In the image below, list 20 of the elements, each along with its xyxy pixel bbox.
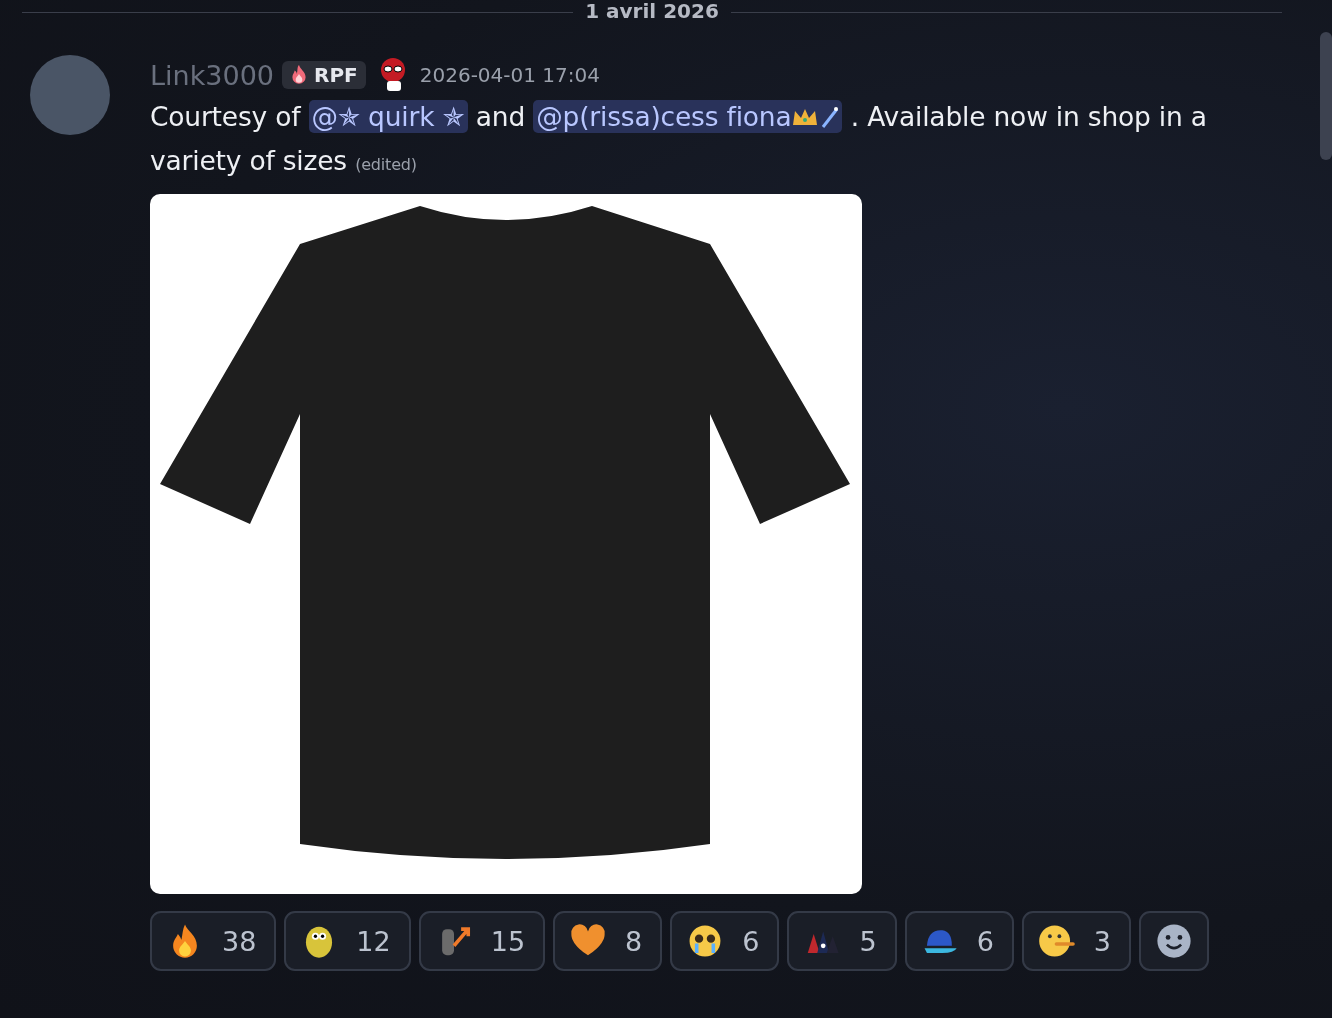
message-text: Courtesy of @✯ quirk ✯ and @p(rissa)cess fiona . Available now in shop in a variety of sizes (edited) <box>150 99 1208 178</box>
scrollbar-thumb[interactable] <box>1320 32 1332 160</box>
timestamp: 2026-04-01 17:04 <box>419 63 600 87</box>
add-reaction-button[interactable] <box>1139 911 1209 971</box>
reaction-button[interactable]: 5 <box>787 911 897 971</box>
date-divider: 1 avril 2026 <box>585 0 719 23</box>
reaction-button[interactable]: 3 <box>1021 911 1131 971</box>
user-mention[interactable]: @✯ quirk ✯ <box>308 100 468 133</box>
smiley-icon <box>1155 922 1193 960</box>
reaction-button[interactable]: 38 <box>150 911 277 971</box>
user-mention[interactable]: @p(rissa)cess fiona <box>533 100 843 133</box>
reaction-button[interactable]: 8 <box>553 911 663 971</box>
role-tag[interactable]: RPF <box>282 61 366 89</box>
reaction-button[interactable]: 12 <box>284 911 411 971</box>
edited-label: (edited) <box>355 155 417 174</box>
reaction-button[interactable]: 15 <box>418 911 546 971</box>
reaction-button[interactable]: 6 <box>904 911 1014 971</box>
tshirt-photo[interactable] <box>150 194 862 894</box>
reaction-button[interactable]: 6 <box>670 911 780 971</box>
username[interactable]: Link3000 <box>150 59 274 91</box>
